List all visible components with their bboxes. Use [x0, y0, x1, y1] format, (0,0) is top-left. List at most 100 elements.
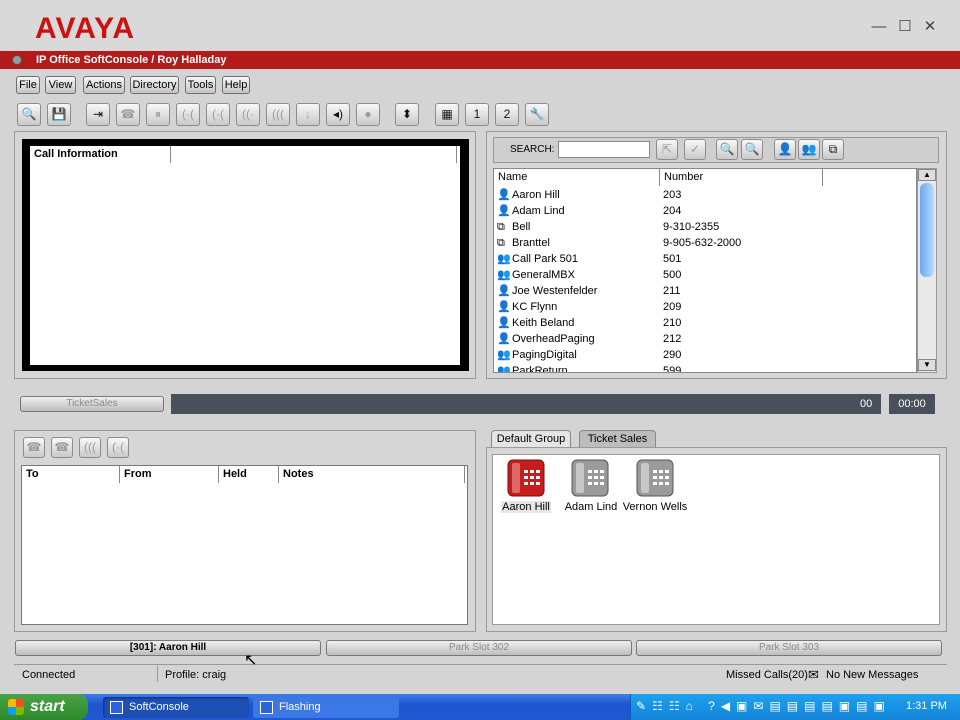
record-icon[interactable]: ●	[356, 103, 380, 126]
save-icon[interactable]: 💾	[47, 103, 71, 126]
column-header-number[interactable]: Number	[660, 169, 823, 186]
directory-row[interactable]: ⧉ Bell 9-310-2355	[494, 219, 914, 235]
group-icon: 👥	[497, 365, 511, 373]
search-input[interactable]	[558, 141, 650, 158]
tab-default-group[interactable]: Default Group	[491, 430, 571, 447]
close-icon[interactable]: ✕	[921, 18, 939, 36]
mouse-cursor-icon: ↖	[244, 652, 258, 669]
answer-held-icon[interactable]: ☎	[51, 437, 73, 458]
conference-icon[interactable]: (·(	[176, 103, 200, 126]
held-column-notes[interactable]: Notes	[279, 466, 465, 483]
dial-icon[interactable]: ⇱	[656, 139, 678, 160]
task-softconsole[interactable]: SoftConsole	[103, 697, 249, 718]
column-header-name[interactable]: Name	[494, 169, 660, 186]
directory-row-name: OverheadPaging	[512, 333, 595, 345]
queue-count: 00	[860, 398, 873, 410]
directory-row[interactable]: 👥 GeneralMBX 500	[494, 267, 914, 283]
park-icon[interactable]: (·(	[206, 103, 230, 126]
park-slot-303-button[interactable]: Park Slot 303	[636, 640, 942, 656]
edit-icon[interactable]: ✓	[684, 139, 706, 160]
directory-row[interactable]: 👥 Call Park 501 501	[494, 251, 914, 267]
directory-row[interactable]: 👤 Aaron Hill 203	[494, 187, 914, 203]
search-label: SEARCH:	[510, 144, 555, 155]
call-held-icon[interactable]: (((	[79, 437, 101, 458]
minimize-icon[interactable]: —	[870, 18, 888, 36]
tab-ticket-sales[interactable]: Ticket Sales	[579, 430, 656, 447]
held-column-from[interactable]: From	[120, 466, 219, 483]
directory-row[interactable]: 👤 OverheadPaging 212	[494, 331, 914, 347]
directory-row[interactable]: 👥 ParkReturn 599	[494, 363, 914, 373]
maximize-icon[interactable]: ☐	[896, 18, 914, 36]
status-missed-calls[interactable]: Missed Calls(20)	[726, 669, 808, 681]
group-filter-icon[interactable]: 👥	[798, 139, 820, 160]
directory-row-name: Joe Westenfelder	[512, 285, 598, 297]
park-held-icon[interactable]: (·(	[107, 437, 129, 458]
tray-icons[interactable]: ✎☷☷⌂ ?◀▣✉▤▤▤▤▣▤▣	[636, 699, 891, 713]
call-icon[interactable]: (((	[266, 103, 290, 126]
menu-file[interactable]: File	[16, 76, 40, 94]
park-slot-301-button[interactable]: [301]: Aaron Hill	[15, 640, 321, 656]
directory-row[interactable]: 👤 Keith Beland 210	[494, 315, 914, 331]
held-list: To From Held Notes	[21, 465, 468, 625]
phone-adam-lind-icon[interactable]	[570, 458, 610, 500]
release-icon[interactable]: ↓	[296, 103, 320, 126]
directory-row-number: 204	[663, 205, 682, 217]
menu-view[interactable]: View	[45, 76, 76, 94]
task-flashing[interactable]: Flashing	[253, 697, 399, 718]
one-icon[interactable]: 1	[465, 103, 489, 126]
directory-row[interactable]: 👤 KC Flynn 209	[494, 299, 914, 315]
search-icon[interactable]: 🔍	[17, 103, 41, 126]
directory-row[interactable]: 👥 PagingDigital 290	[494, 347, 914, 363]
queue-ticketsales-button[interactable]: TicketSales	[20, 396, 164, 412]
flashing-task-icon	[260, 701, 273, 714]
person-icon: 👤	[497, 301, 511, 313]
wrench-icon[interactable]: 🔧	[525, 103, 549, 126]
scroll-thumb[interactable]	[920, 183, 934, 277]
answer-icon[interactable]: ☎	[116, 103, 140, 126]
member-label-aaron-hill[interactable]: Aaron Hill	[501, 501, 551, 513]
transfer-icon[interactable]: ⇥	[86, 103, 110, 126]
retrieve-icon[interactable]: ☎	[23, 437, 45, 458]
status-messages[interactable]: No New Messages	[826, 669, 918, 681]
phone-vernon-wells-icon[interactable]	[635, 458, 675, 500]
directory-row[interactable]: 👤 Adam Lind 204	[494, 203, 914, 219]
held-column-to[interactable]: To	[22, 466, 120, 483]
scroll-down-icon[interactable]: ▼	[918, 359, 936, 371]
volume-icon[interactable]: ◂)	[326, 103, 350, 126]
status-profile: Profile: craig	[165, 669, 227, 681]
directory-row-name: Keith Beland	[512, 317, 575, 329]
park-slot-302-button[interactable]: Park Slot 302	[326, 640, 632, 656]
find-next-icon[interactable]: 🔍	[741, 139, 763, 160]
keypad-icon[interactable]: ▦	[435, 103, 459, 126]
unpark-icon[interactable]: ((·	[236, 103, 260, 126]
find-icon[interactable]: 🔍	[716, 139, 738, 160]
member-label-adam-lind[interactable]: Adam Lind	[563, 501, 619, 513]
menu-tools[interactable]: Tools	[185, 76, 216, 94]
person-filter-icon[interactable]: 👤	[774, 139, 796, 160]
directory-row-name: Call Park 501	[512, 253, 579, 265]
external-icon: ⧉	[497, 237, 505, 249]
menu-help[interactable]: Help	[222, 76, 250, 94]
external-filter-icon[interactable]: ⧉	[822, 139, 844, 160]
clock: 1:31 PM	[906, 700, 947, 712]
hold-icon[interactable]: ⏸	[146, 103, 170, 126]
brand-header	[0, 0, 960, 50]
updown-icon[interactable]: ⬍	[395, 103, 419, 126]
person-icon: 👤	[497, 317, 511, 329]
directory-row[interactable]: ⧉ Branttel 9-905-632-2000	[494, 235, 914, 251]
directory-row-name: PagingDigital	[512, 349, 577, 361]
held-column-held[interactable]: Held	[219, 466, 279, 483]
external-icon: ⧉	[497, 221, 505, 233]
directory-row-number: 203	[663, 189, 682, 201]
directory-row-number: 211	[663, 285, 681, 297]
two-icon[interactable]: 2	[495, 103, 519, 126]
menu-actions[interactable]: Actions	[83, 76, 125, 94]
scroll-up-icon[interactable]: ▲	[918, 169, 936, 181]
directory-row[interactable]: 👤 Joe Westenfelder 211	[494, 283, 914, 299]
directory-row-name: Bell	[512, 221, 531, 233]
directory-row-name: KC Flynn	[512, 301, 558, 313]
menu-directory[interactable]: Directory	[130, 76, 179, 94]
member-label-vernon-wells[interactable]: Vernon Wells	[622, 501, 688, 513]
group-icon: 👥	[497, 269, 511, 281]
phone-aaron-hill-icon[interactable]	[506, 458, 546, 500]
